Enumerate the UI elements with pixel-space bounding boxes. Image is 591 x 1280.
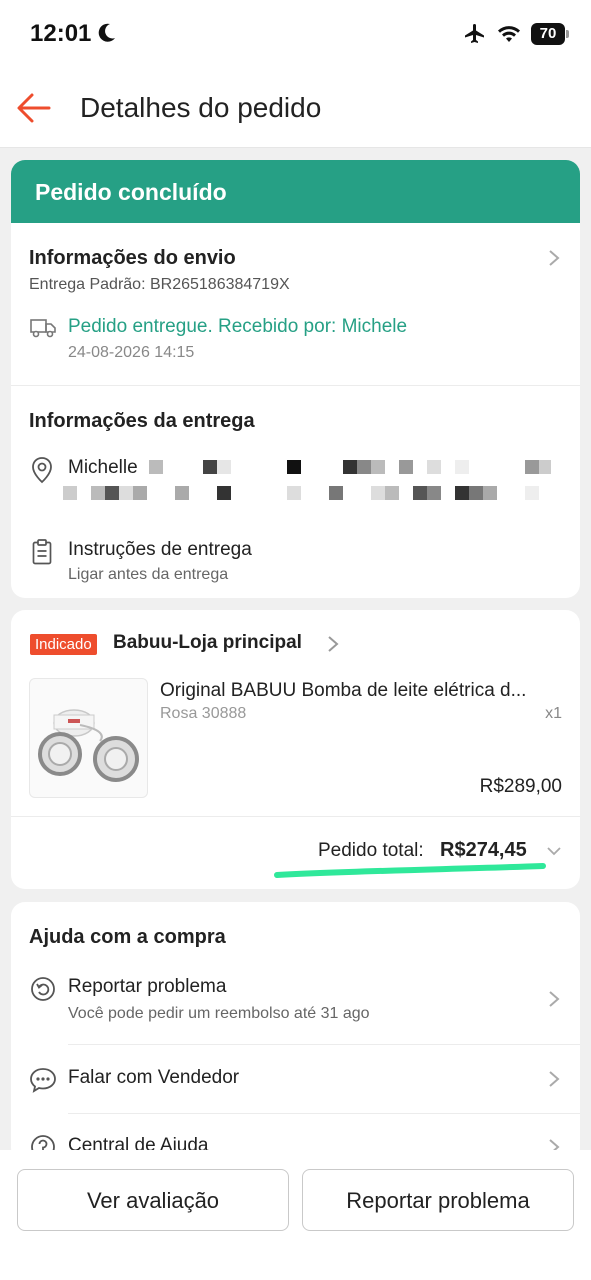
report-problem-button[interactable]: Reportar problema	[302, 1169, 574, 1231]
clipboard-icon	[32, 539, 52, 565]
shipping-method: Entrega Padrão: BR265186384719X	[29, 276, 290, 293]
order-info-card: Pedido concluído Informações do envio En…	[11, 160, 580, 598]
report-icon	[31, 977, 55, 1001]
chevron-right-icon	[549, 991, 560, 1007]
chat-seller-label: Falar com Vendedor	[68, 1067, 240, 1088]
delivered-status: Pedido entregue. Recebido por: Michele	[68, 316, 408, 337]
order-total-label: Pedido total:	[318, 840, 424, 861]
report-problem-sub: Você pode pedir um reembolso até 31 ago	[68, 1005, 370, 1022]
product-name: Original BABUU Bomba de leite elétrica d…	[160, 680, 527, 701]
product-card: Indicado Babuu-Loja principal Original B…	[11, 610, 580, 889]
moon-icon	[98, 23, 115, 42]
delivered-time: 24-08-2026 14:15	[68, 344, 195, 361]
chat-icon	[30, 1068, 56, 1093]
wifi-icon	[498, 26, 520, 42]
battery-icon: 70	[531, 23, 569, 45]
shop-badge: Indicado	[30, 634, 97, 655]
delivery-info-section: Informações da entrega Michelle Instruçõ…	[11, 386, 580, 598]
chevron-down-icon	[547, 847, 561, 856]
report-problem-item[interactable]: Reportar problema Você pode pedir um ree…	[11, 962, 580, 1044]
delivery-info-title: Informações da entrega	[29, 410, 255, 432]
report-problem-label: Reportar problema	[68, 976, 227, 997]
battery-tip	[566, 30, 569, 38]
product-item[interactable]: Original BABUU Bomba de leite elétrica d…	[11, 676, 580, 816]
shop-name: Babuu-Loja principal	[113, 632, 302, 653]
truck-icon	[30, 319, 56, 338]
location-pin-icon	[32, 457, 52, 484]
shop-header[interactable]: Indicado Babuu-Loja principal	[11, 610, 580, 676]
header: Detalhes do pedido	[0, 70, 591, 148]
status-bar: 12:01 70	[0, 0, 591, 70]
instructions-title: Instruções de entrega	[68, 539, 252, 560]
chevron-right-icon	[328, 636, 339, 652]
chevron-right-icon	[549, 250, 560, 266]
view-review-button[interactable]: Ver avaliação	[17, 1169, 289, 1231]
product-price: R$289,00	[479, 776, 562, 797]
order-total-value: R$274,45	[440, 839, 527, 861]
battery-level: 70	[531, 23, 565, 45]
product-qty: x1	[545, 705, 562, 722]
page-title: Detalhes do pedido	[80, 92, 322, 123]
airplane-icon	[465, 24, 484, 43]
instructions-text: Ligar antes da entrega	[68, 566, 229, 583]
status-time: 12:01	[30, 20, 92, 47]
bottom-action-bar: Ver avaliação Reportar problema	[0, 1150, 591, 1280]
order-status-banner: Pedido concluído	[11, 160, 580, 223]
shipping-info-title: Informações do envio	[29, 247, 236, 269]
product-variant: Rosa 30888	[160, 705, 247, 722]
order-total-row[interactable]: Pedido total: R$274,45	[11, 817, 580, 889]
back-arrow-icon[interactable]	[16, 92, 52, 124]
shipping-info-section[interactable]: Informações do envio Entrega Padrão: BR2…	[11, 223, 580, 385]
chat-seller-item[interactable]: Falar com Vendedor	[11, 1045, 580, 1113]
status-icons: 70	[463, 22, 569, 46]
breast-pump-image	[38, 709, 139, 782]
recipient-name: Michelle	[68, 457, 138, 478]
highlight-underline	[274, 863, 546, 878]
help-card: Ajuda com a compra Reportar problema Voc…	[11, 902, 580, 1162]
help-title: Ajuda com a compra	[29, 926, 226, 948]
product-image	[29, 678, 148, 798]
chevron-right-icon	[549, 1071, 560, 1087]
